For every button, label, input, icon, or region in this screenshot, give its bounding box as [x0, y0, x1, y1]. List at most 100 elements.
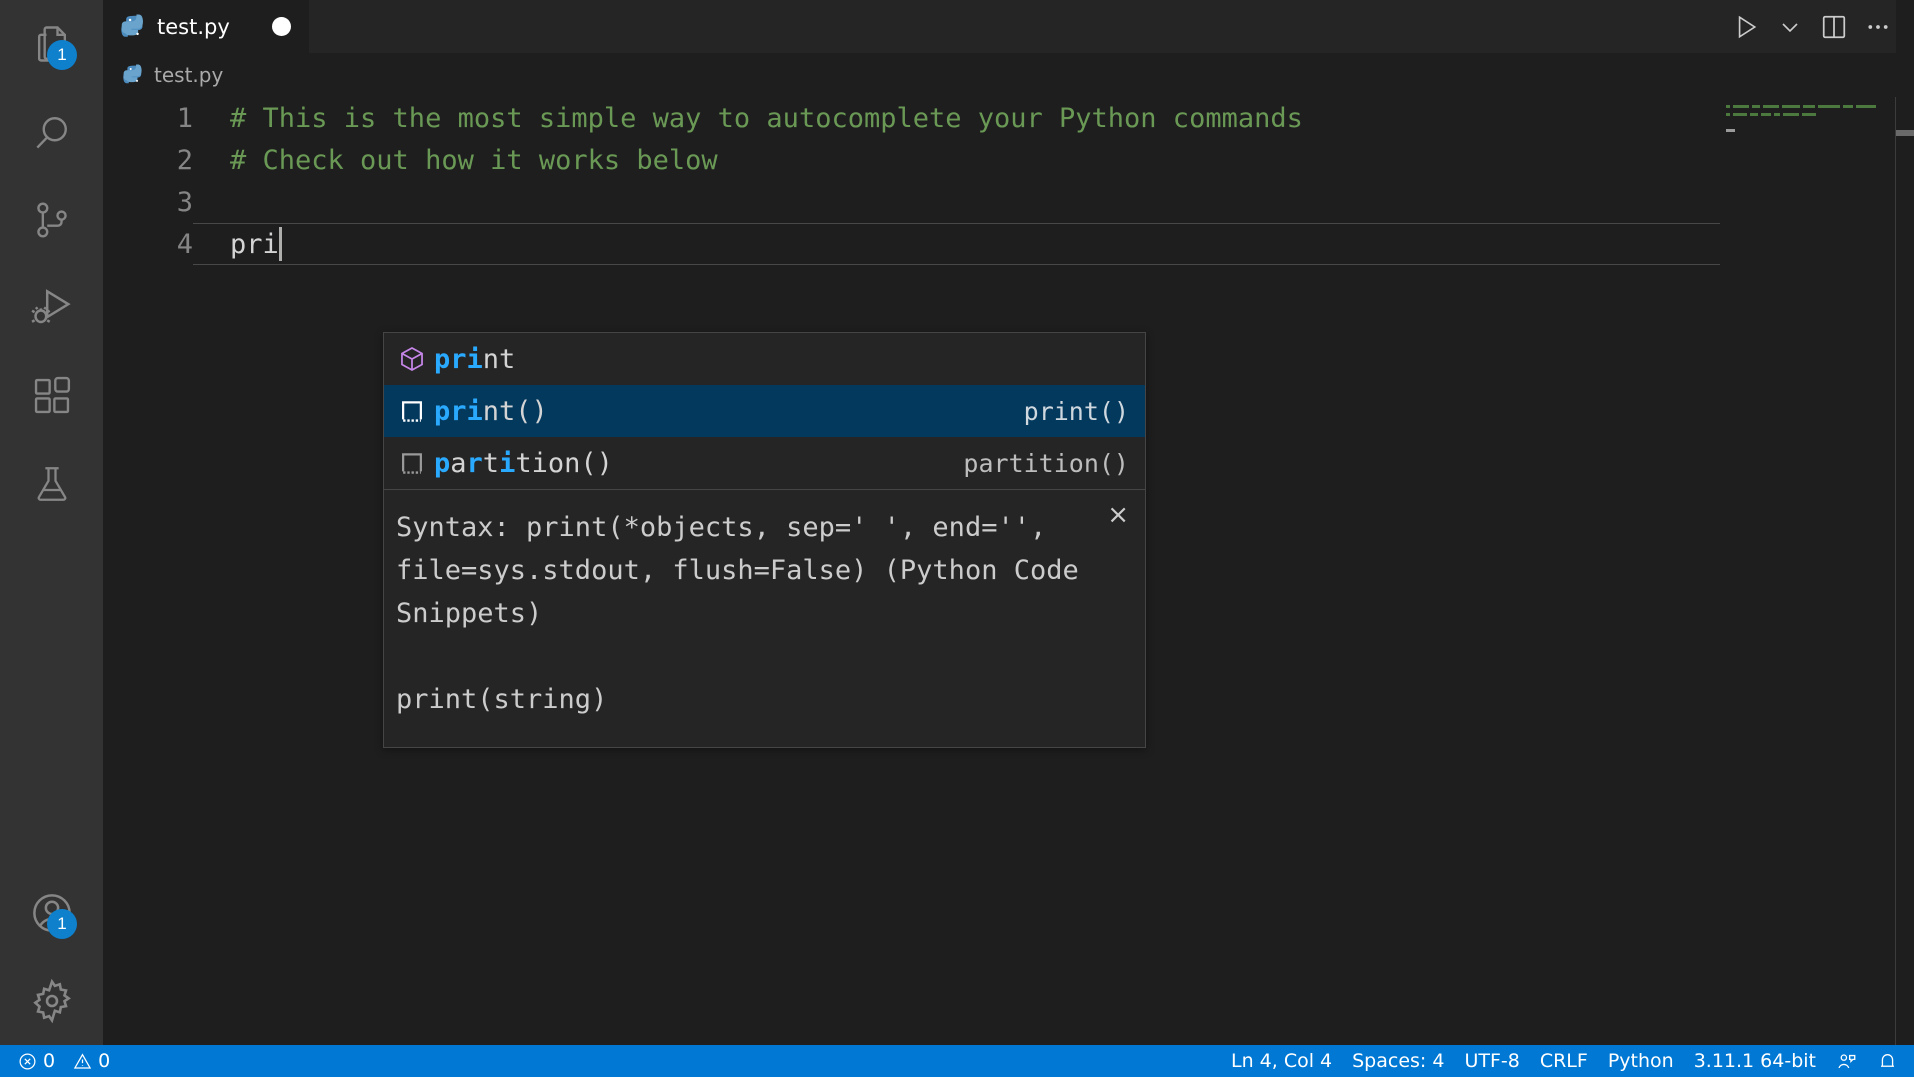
suggest-item-partition-snippet[interactable]: partition() partition()	[384, 437, 1145, 489]
line-content: # Check out how it works below	[193, 145, 718, 176]
status-bar-left: 0 0	[0, 1045, 120, 1077]
scrollbar-thumb[interactable]	[1896, 130, 1914, 136]
suggest-item-label: print	[434, 344, 1113, 375]
breadcrumb-label: test.py	[154, 63, 223, 87]
close-icon[interactable]: ×	[1107, 502, 1129, 528]
python-icon	[121, 14, 147, 40]
extensions-icon	[30, 374, 74, 418]
python-glyph	[121, 14, 147, 40]
chevron-down-icon	[1778, 15, 1802, 39]
status-bar-right: Ln 4, Col 4 Spaces: 4 UTF-8 CRLF Python …	[1221, 1045, 1914, 1077]
suggest-item-label: print()	[434, 396, 1008, 427]
current-line-highlight	[193, 223, 1914, 265]
accounts-badge: 1	[47, 909, 77, 939]
status-problems[interactable]: 0 0	[8, 1045, 120, 1077]
status-bar: 0 0 Ln 4, Col 4 Spaces: 4 UTF-8 CRLF Pyt…	[0, 1045, 1914, 1077]
error-count: 0	[43, 1050, 55, 1072]
editor-actions	[1724, 0, 1914, 53]
suggest-list[interactable]: print print() print()	[384, 333, 1145, 489]
suggest-item-detail: print()	[1024, 397, 1129, 426]
run-debug-icon	[29, 285, 75, 331]
gear-icon	[29, 978, 75, 1024]
warning-icon	[73, 1052, 92, 1071]
line-content: # This is the most simple way to autocom…	[193, 103, 1303, 134]
split-editor-button[interactable]	[1812, 0, 1856, 53]
run-options-button[interactable]	[1768, 0, 1812, 53]
line-number: 4	[103, 229, 193, 260]
explorer-badge: 1	[47, 40, 77, 70]
suggest-item-print-snippet[interactable]: print() print()	[384, 385, 1145, 437]
editor-scrollbar[interactable]	[1896, 0, 1914, 1045]
sidebar-item-manage[interactable]	[0, 957, 103, 1045]
status-editor-eol[interactable]: CRLF	[1530, 1045, 1598, 1077]
suggest-item-print[interactable]: print	[384, 333, 1145, 385]
more-actions-button[interactable]	[1856, 0, 1900, 53]
tab-bar: test.py	[103, 0, 1914, 53]
breadcrumb[interactable]: test.py	[103, 53, 1914, 97]
warning-count: 0	[98, 1050, 110, 1072]
code-line: 1 # This is the most simple way to autoc…	[103, 97, 1914, 139]
suggest-match: pri	[434, 396, 483, 427]
status-editor-encoding[interactable]: UTF-8	[1454, 1045, 1529, 1077]
suggest-match-3: i	[499, 448, 515, 479]
suggest-rest: nt	[483, 344, 516, 375]
minimap-line	[1726, 113, 1896, 117]
suggest-item-label: partition()	[434, 448, 947, 479]
sidebar-item-explorer[interactable]: 1	[0, 0, 103, 88]
status-notifications[interactable]	[1867, 1045, 1908, 1077]
suggest-match: pri	[434, 344, 483, 375]
suggest-rest: nt()	[483, 396, 548, 427]
sidebar-item-run-and-debug[interactable]	[0, 264, 103, 352]
split-editor-icon	[1820, 13, 1848, 41]
code-line-current: 4 pri	[103, 223, 1914, 265]
status-editor-indent[interactable]: Spaces: 4	[1342, 1045, 1454, 1077]
python-icon	[123, 64, 145, 86]
run-python-file-button[interactable]	[1724, 0, 1768, 53]
snippet-glyph	[398, 397, 426, 425]
snippet-icon	[398, 449, 434, 477]
cursor-position-label: Ln 4, Col 4	[1231, 1050, 1332, 1072]
status-editor-language[interactable]: Python	[1598, 1045, 1684, 1077]
line-number: 2	[103, 145, 193, 176]
beaker-icon	[31, 463, 73, 505]
feedback-icon	[1836, 1051, 1857, 1072]
suggest-widget[interactable]: print print() print()	[383, 332, 1146, 748]
tab-label: test.py	[157, 15, 230, 39]
tab-test-py[interactable]: test.py	[103, 0, 310, 53]
activity-bar: 1	[0, 0, 103, 1045]
code-line: 2 # Check out how it works below	[103, 139, 1914, 181]
error-icon	[18, 1052, 37, 1071]
minimap-line	[1726, 105, 1896, 109]
suggest-match-2: r	[467, 448, 483, 479]
source-control-icon	[30, 198, 74, 242]
status-feedback[interactable]	[1826, 1045, 1867, 1077]
sidebar-item-accounts[interactable]: 1	[0, 869, 103, 957]
status-python-interpreter[interactable]: 3.11.1 64-bit	[1684, 1045, 1826, 1077]
text-cursor	[279, 227, 282, 261]
search-icon	[30, 110, 74, 154]
language-label: Python	[1608, 1050, 1674, 1072]
status-editor-position[interactable]: Ln 4, Col 4	[1221, 1045, 1342, 1077]
documentation-body: Syntax: print(*objects, sep=' ', end='',…	[396, 506, 1106, 635]
sidebar-item-extensions[interactable]	[0, 352, 103, 440]
cube-glyph	[398, 345, 426, 373]
python-glyph	[123, 64, 145, 86]
code-line: 3	[103, 181, 1914, 223]
line-number: 1	[103, 103, 193, 134]
encoding-label: UTF-8	[1464, 1050, 1519, 1072]
interpreter-label: 3.11.1 64-bit	[1694, 1050, 1816, 1072]
eol-label: CRLF	[1540, 1050, 1588, 1072]
tabs-strip: test.py	[103, 0, 310, 53]
suggest-item-detail: partition()	[963, 449, 1129, 478]
suggest-documentation: × Syntax: print(*objects, sep=' ', end='…	[384, 489, 1145, 747]
minimap[interactable]	[1720, 97, 1896, 1045]
activity-bar-bottom: 1	[0, 869, 103, 1045]
sidebar-item-testing[interactable]	[0, 440, 103, 528]
snippet-glyph	[398, 449, 426, 477]
sidebar-item-source-control[interactable]	[0, 176, 103, 264]
tab-dirty-indicator[interactable]	[272, 17, 291, 36]
minimap-line	[1726, 121, 1896, 125]
play-icon	[1732, 13, 1760, 41]
sidebar-item-search[interactable]	[0, 88, 103, 176]
cube-icon	[398, 345, 434, 373]
